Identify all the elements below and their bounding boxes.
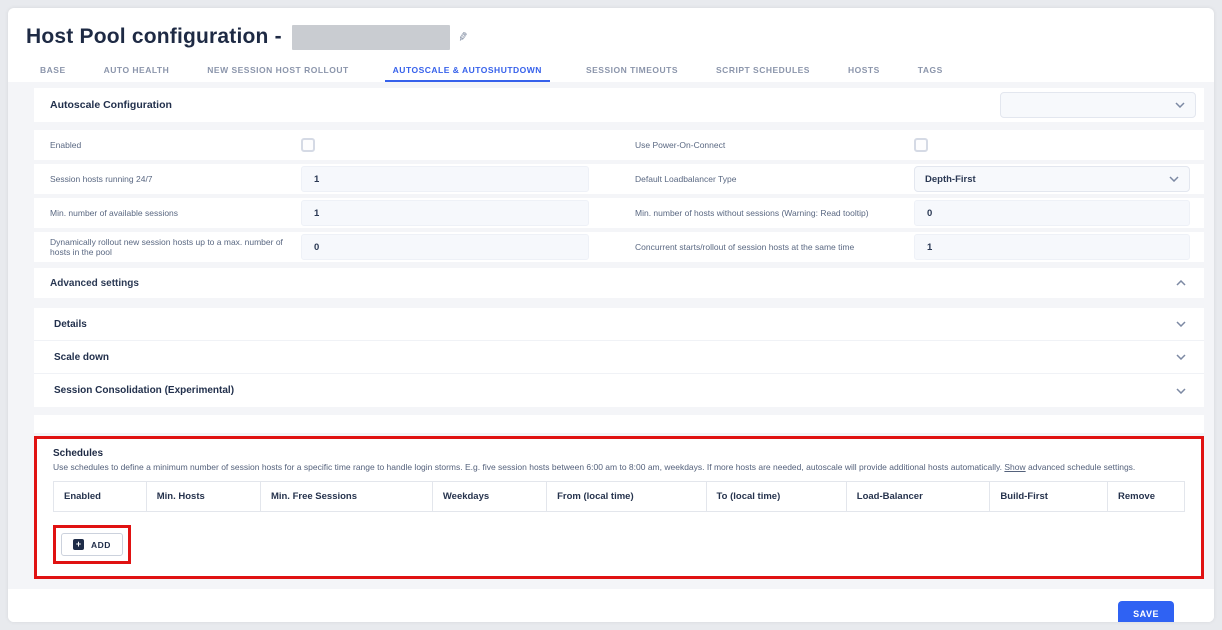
add-button-annotation: + ADD xyxy=(53,525,131,564)
page-header: Host Pool configuration - ✎ xyxy=(8,8,1214,52)
autoscale-config-section-header: Autoscale Configuration xyxy=(34,88,1204,122)
col-min-hosts: Min. Hosts xyxy=(146,482,260,512)
save-button[interactable]: SAVE xyxy=(1118,601,1174,622)
autoscale-config-heading: Autoscale Configuration xyxy=(50,99,172,111)
accordion-details[interactable]: Details xyxy=(34,308,1204,341)
power-on-connect-checkbox[interactable] xyxy=(914,138,928,152)
autoscale-config-select[interactable] xyxy=(1000,92,1196,118)
footer: SAVE xyxy=(8,589,1214,622)
col-weekdays: Weekdays xyxy=(432,482,546,512)
tab-auto-health[interactable]: AUTO HEALTH xyxy=(102,62,172,82)
plus-icon: + xyxy=(73,539,84,550)
col-to-local-time: To (local time) xyxy=(706,482,846,512)
schedules-section: Schedules Use schedules to define a mini… xyxy=(34,436,1204,579)
min-available-sessions-label: Min. number of available sessions xyxy=(34,208,301,218)
concurrent-starts-label: Concurrent starts/rollout of session hos… xyxy=(619,242,914,252)
tab-script-schedules[interactable]: SCRIPT SCHEDULES xyxy=(714,62,812,82)
form-row: Dynamically rollout new session hosts up… xyxy=(34,232,1204,262)
min-available-sessions-input[interactable] xyxy=(301,200,589,226)
tab-base[interactable]: BASE xyxy=(38,62,68,82)
page-title: Host Pool configuration - xyxy=(26,25,282,49)
advanced-accordion-group: Details Scale down Session Consolidation… xyxy=(34,308,1204,407)
hosts-running-247-input[interactable] xyxy=(301,166,589,192)
loadbalancer-type-label: Default Loadbalancer Type xyxy=(619,174,914,184)
enabled-checkbox[interactable] xyxy=(301,138,315,152)
advanced-settings-toggle[interactable]: Advanced settings xyxy=(34,268,1204,298)
chevron-down-icon xyxy=(1176,354,1186,360)
chevron-down-icon xyxy=(1176,388,1186,394)
tab-session-timeouts[interactable]: SESSION TIMEOUTS xyxy=(584,62,680,82)
tab-hosts[interactable]: HOSTS xyxy=(846,62,882,82)
accordion-scale-down[interactable]: Scale down xyxy=(34,341,1204,374)
chevron-down-icon xyxy=(1176,321,1186,327)
redacted-hostpool-name xyxy=(292,25,450,50)
form-row: Enabled Use Power-On-Connect xyxy=(34,130,1204,160)
chevron-down-icon xyxy=(1169,176,1179,182)
enabled-label: Enabled xyxy=(34,140,301,150)
add-schedule-button[interactable]: + ADD xyxy=(61,533,123,556)
col-load-balancer: Load-Balancer xyxy=(846,482,990,512)
hosts-running-247-label: Session hosts running 24/7 xyxy=(34,174,301,184)
show-advanced-schedule-link[interactable]: Show xyxy=(1004,462,1025,472)
col-build-first: Build-First xyxy=(990,482,1108,512)
schedules-table-header-row: Enabled Min. Hosts Min. Free Sessions We… xyxy=(54,482,1185,512)
power-on-connect-label: Use Power-On-Connect xyxy=(619,140,914,150)
dynamic-rollout-max-label: Dynamically rollout new session hosts up… xyxy=(34,237,301,257)
advanced-settings-label: Advanced settings xyxy=(50,278,139,289)
edit-icon[interactable]: ✎ xyxy=(457,29,469,45)
tab-bar: BASE AUTO HEALTH NEW SESSION HOST ROLLOU… xyxy=(8,52,1214,82)
dynamic-rollout-max-input[interactable] xyxy=(301,234,589,260)
schedules-heading: Schedules xyxy=(53,448,1185,459)
tab-tags[interactable]: TAGS xyxy=(916,62,945,82)
min-hosts-without-sessions-label: Min. number of hosts without sessions (W… xyxy=(619,208,914,218)
host-pool-config-window: Host Pool configuration - ✎ BASE AUTO HE… xyxy=(8,8,1214,622)
spacer-row xyxy=(34,415,1204,433)
tab-content: Autoscale Configuration Enabled Use Powe… xyxy=(8,82,1214,606)
form-row: Min. number of available sessions Min. n… xyxy=(34,198,1204,228)
tab-new-session-host-rollout[interactable]: NEW SESSION HOST ROLLOUT xyxy=(205,62,350,82)
schedules-description: Use schedules to define a minimum number… xyxy=(53,462,1185,472)
tab-autoscale-autoshutdown[interactable]: AUTOSCALE & AUTOSHUTDOWN xyxy=(385,62,550,82)
min-hosts-without-sessions-input[interactable] xyxy=(914,200,1190,226)
col-remove: Remove xyxy=(1108,482,1185,512)
form-row: Session hosts running 24/7 Default Loadb… xyxy=(34,164,1204,194)
col-enabled: Enabled xyxy=(54,482,147,512)
accordion-session-consolidation[interactable]: Session Consolidation (Experimental) xyxy=(34,374,1204,407)
schedules-table: Enabled Min. Hosts Min. Free Sessions We… xyxy=(53,481,1185,512)
chevron-up-icon xyxy=(1176,280,1186,286)
concurrent-starts-input[interactable] xyxy=(914,234,1190,260)
loadbalancer-type-select[interactable]: Depth-First xyxy=(914,166,1190,192)
col-min-free-sessions: Min. Free Sessions xyxy=(260,482,432,512)
chevron-down-icon xyxy=(1175,102,1185,108)
col-from-local-time: From (local time) xyxy=(547,482,706,512)
